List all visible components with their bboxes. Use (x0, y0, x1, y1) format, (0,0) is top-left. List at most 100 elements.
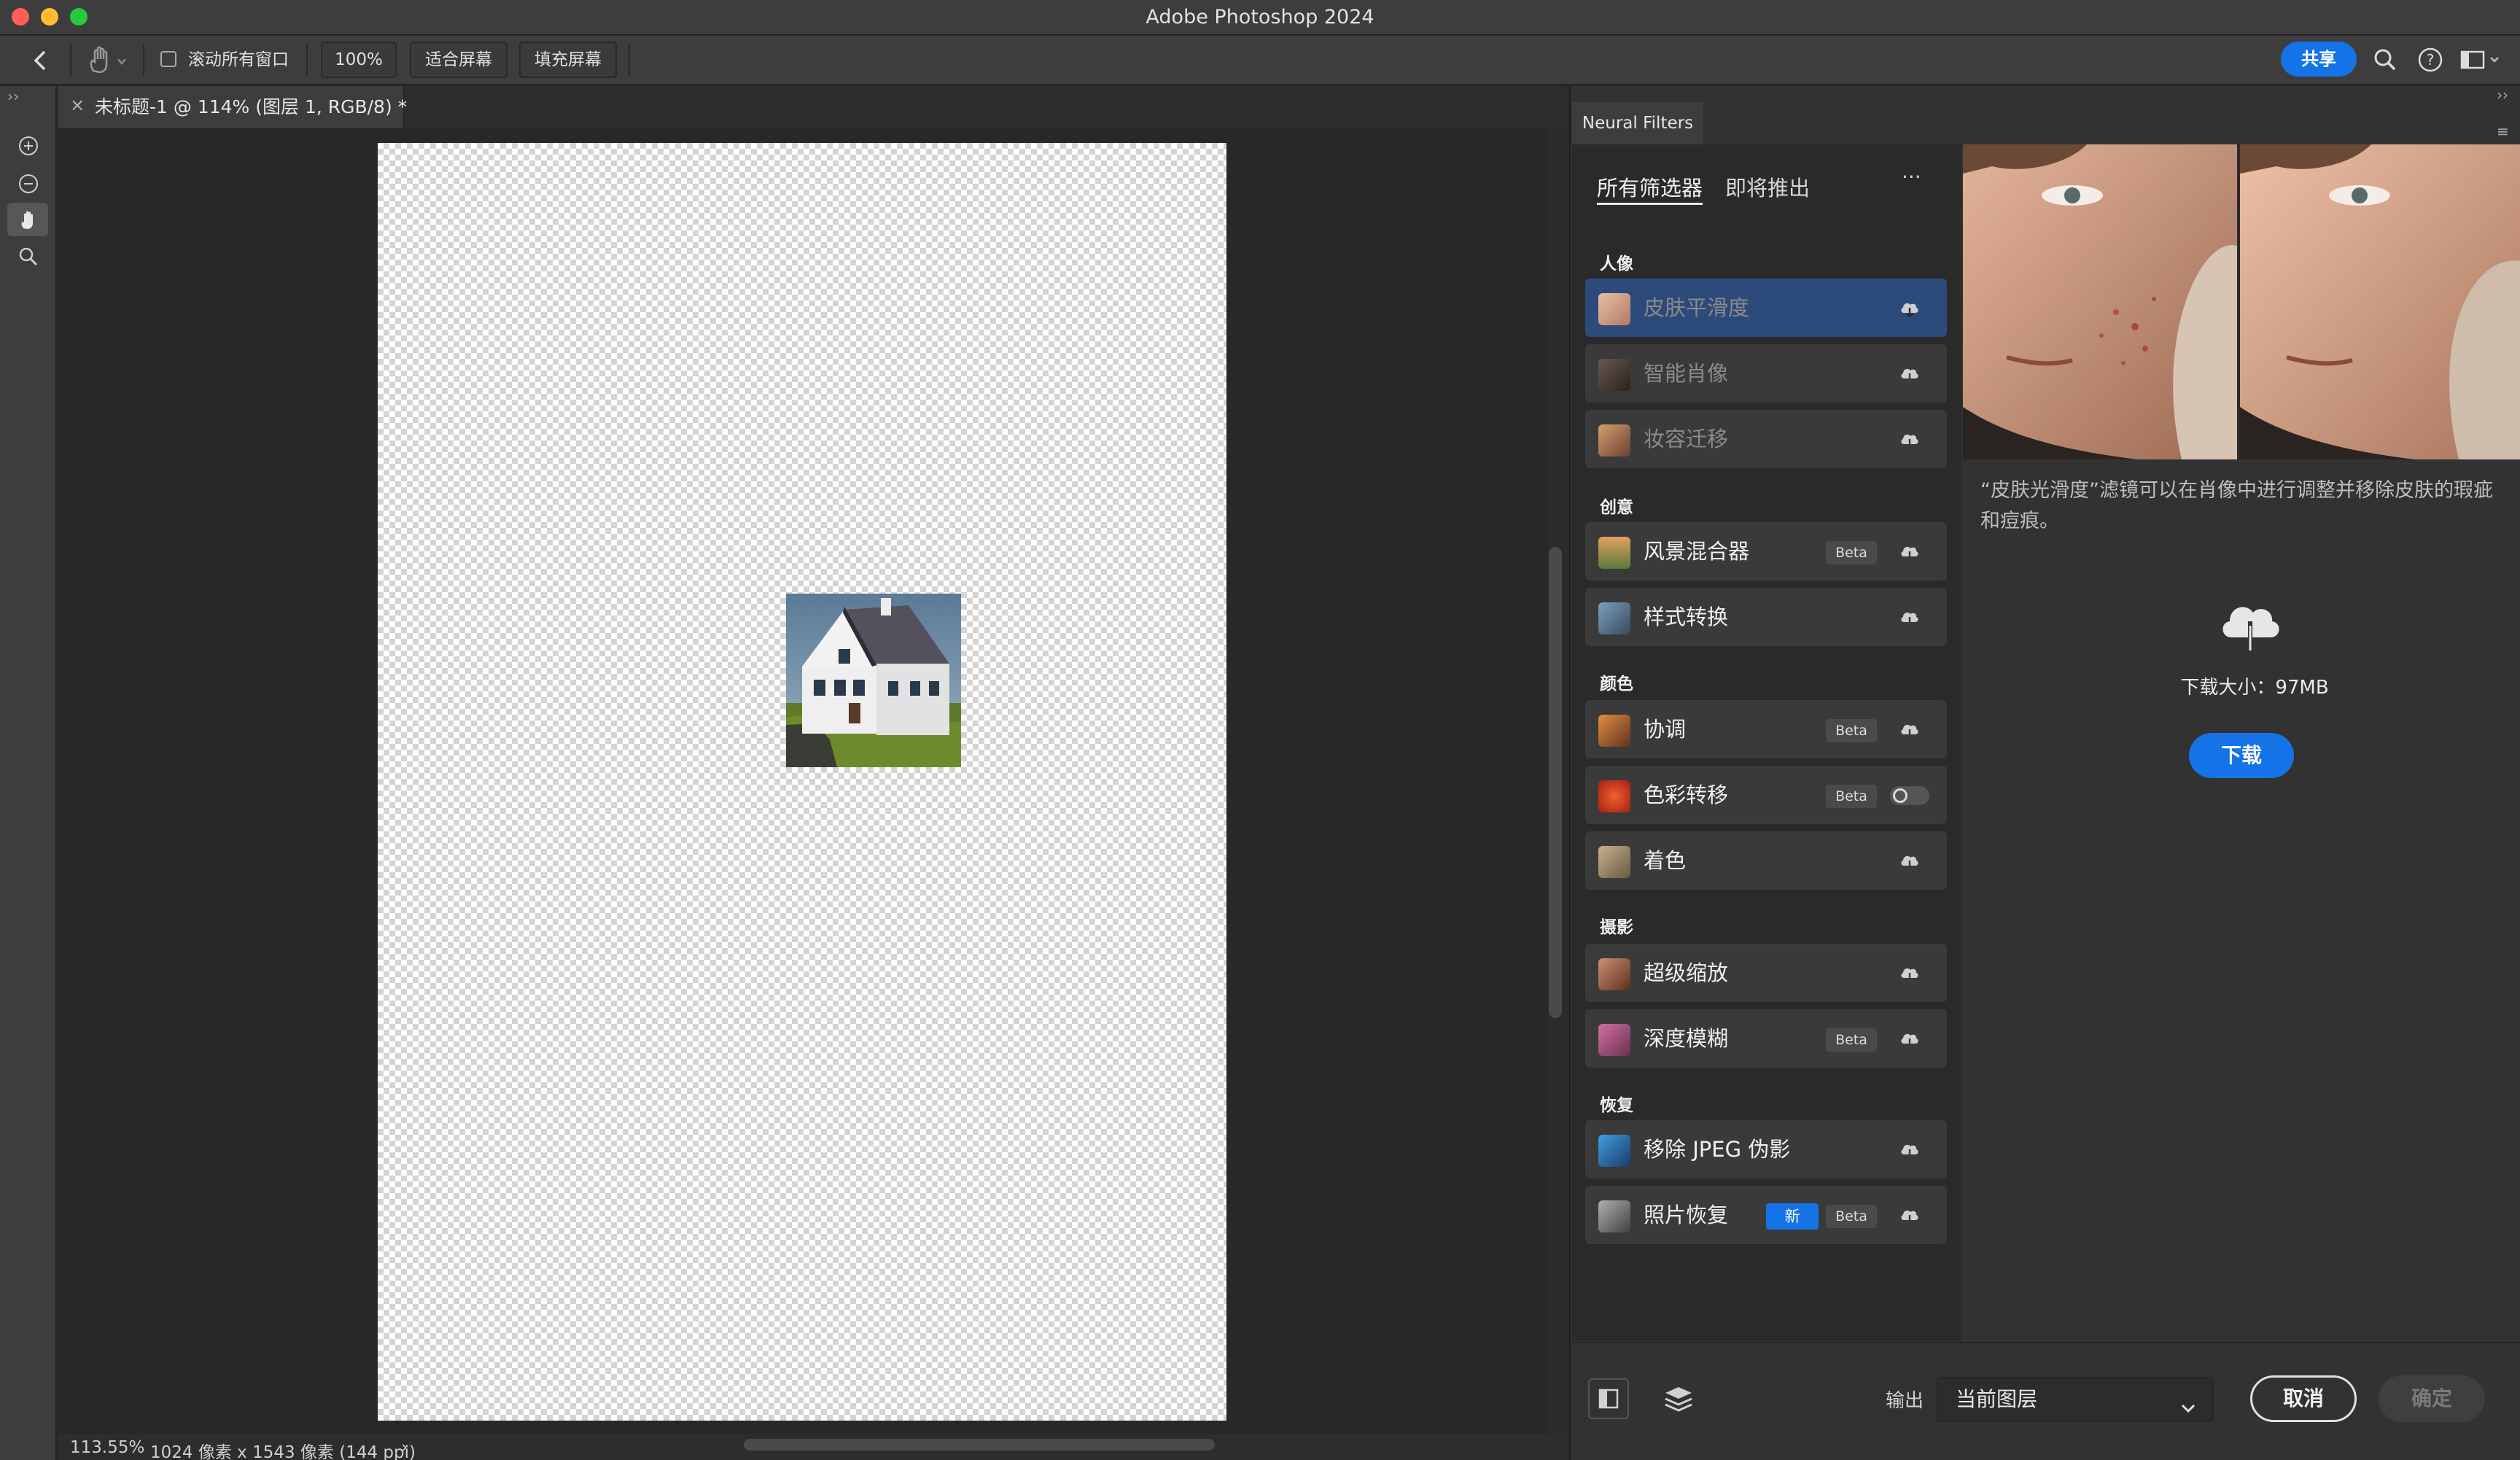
scroll-all-windows-checkbox[interactable] (160, 51, 176, 67)
cloud-download-icon[interactable] (1899, 298, 1921, 322)
filter-thumbnail (1598, 958, 1630, 990)
filter-description: “皮肤光滑度”滤镜可以在肖像中进行调整并移除皮肤的瑕疵和痘痕。 (1980, 479, 2493, 532)
filter-name: 色彩转移 (1644, 783, 1729, 807)
filter-thumbnail (1598, 780, 1630, 812)
filter-name: 妆容迁移 (1644, 427, 1729, 451)
options-bar: 滚动所有窗口 100% 适合屏幕 填充屏幕 共享 ? (0, 36, 2520, 85)
cloud-download-icon[interactable] (1899, 429, 1921, 454)
fit-screen-button[interactable]: 适合屏幕 (410, 42, 508, 78)
cloud-download-icon[interactable] (1899, 963, 1921, 987)
beta-badge: Beta (1826, 785, 1877, 808)
output-label: 输出 (1886, 1390, 1924, 1412)
help-icon[interactable]: ? (2416, 46, 2444, 77)
filter-thumbnail (1598, 1135, 1630, 1167)
filter-thumbnail (1598, 1024, 1630, 1056)
document-canvas[interactable] (378, 143, 1226, 1421)
document-tab-title: 未标题-1 @ 114% (图层 1, RGB/8) * (95, 96, 408, 117)
beta-badge: Beta (1826, 1205, 1877, 1228)
filter-name: 着色 (1644, 848, 1687, 873)
tab-coming-soon[interactable]: 即将推出 (1725, 174, 1810, 203)
magnifier-tool-icon[interactable] (7, 239, 48, 273)
filter-super-zoom[interactable]: 超级缩放 (1585, 944, 1947, 1002)
cloud-download-icon[interactable] (1899, 363, 1921, 388)
filter-name: 移除 JPEG 伪影 (1644, 1137, 1791, 1162)
chevron-down-icon (2179, 1390, 2198, 1432)
share-button[interactable]: 共享 (2281, 42, 2357, 77)
neural-filters-tab[interactable]: Neural Filters (1572, 102, 1703, 144)
filter-skin-smoothing[interactable]: 皮肤平滑度 (1585, 279, 1947, 337)
filter-depth-blur[interactable]: 深度模糊 Beta (1585, 1009, 1947, 1068)
filter-harmonization[interactable]: 协调 Beta (1585, 700, 1947, 758)
filter-name: 超级缩放 (1644, 960, 1729, 985)
output-select-value: 当前图层 (1956, 1387, 2038, 1411)
filter-thumbnail (1598, 1200, 1630, 1232)
filter-remove-jpeg-artifacts[interactable]: 移除 JPEG 伪影 (1585, 1120, 1947, 1179)
house-image-layer[interactable] (786, 594, 961, 767)
filter-photo-restoration[interactable]: 照片恢复 新 Beta (1585, 1186, 1947, 1244)
download-size: 下载大小：97MB (2180, 677, 2329, 699)
hand-tool-preset-icon[interactable] (86, 44, 130, 79)
zoom-level[interactable]: 113.55% (70, 1438, 144, 1457)
filter-thumbnail (1598, 715, 1630, 747)
fill-screen-button[interactable]: 填充屏幕 (519, 42, 617, 78)
download-button[interactable]: 下载 (2189, 733, 2294, 778)
category-photography: 摄影 (1600, 918, 1633, 937)
document-info: 1024 像素 x 1543 像素 (144 ppi) (150, 1443, 416, 1460)
filter-colorize[interactable]: 着色 (1585, 831, 1947, 890)
close-tab-icon[interactable]: × (70, 95, 85, 115)
filter-color-transfer[interactable]: 色彩转移 Beta (1585, 766, 1947, 824)
category-portrait: 人像 (1600, 255, 1633, 273)
cloud-download-icon[interactable] (1899, 1205, 1921, 1230)
category-color: 颜色 (1600, 675, 1633, 694)
filter-thumbnail (1598, 537, 1630, 569)
cloud-download-icon[interactable] (1899, 719, 1921, 744)
new-badge: 新 (1766, 1203, 1819, 1230)
filter-thumbnail (1598, 602, 1630, 634)
zoom-out-icon[interactable] (7, 166, 48, 200)
workspace-icon[interactable] (2459, 46, 2510, 77)
horizontal-scroll-thumb[interactable] (744, 1439, 1215, 1451)
tab-all-filters[interactable]: 所有筛选器 (1597, 174, 1703, 205)
cloud-download-icon[interactable] (1899, 850, 1921, 875)
panel-menu-icon[interactable]: ≡ (2497, 123, 2509, 140)
more-options-icon[interactable]: ··· (1902, 165, 1921, 189)
hand-tool-icon[interactable] (7, 203, 48, 236)
layer-preview-icon[interactable] (1661, 1381, 1696, 1419)
vertical-scroll-thumb[interactable] (1549, 547, 1562, 1018)
cloud-download-icon[interactable] (1899, 607, 1921, 632)
zoom-in-icon[interactable] (7, 128, 48, 162)
filter-name: 照片恢复 (1644, 1203, 1729, 1227)
cloud-download-icon (2215, 589, 2285, 662)
cloud-download-icon[interactable] (1899, 541, 1921, 566)
expand-panel-icon[interactable]: ›› (7, 88, 19, 105)
beta-badge: Beta (1826, 541, 1877, 564)
status-menu-arrow[interactable]: › (401, 1438, 408, 1457)
search-icon[interactable] (2371, 46, 2399, 77)
cloud-download-icon[interactable] (1899, 1028, 1921, 1053)
tools-panel: ›› (0, 86, 57, 1460)
output-select[interactable]: 当前图层 (1937, 1377, 2214, 1422)
preview-toggle-icon[interactable] (1588, 1378, 1629, 1419)
photoshop-window: Adobe Photoshop 2024 滚动所有窗口 100% 适合屏幕 填充… (0, 0, 2520, 1460)
window-title: Adobe Photoshop 2024 (1146, 6, 1374, 28)
filter-style-transfer[interactable]: 样式转换 (1585, 588, 1947, 646)
back-arrow-icon[interactable] (26, 46, 55, 78)
collapse-panel-icon[interactable]: ›› (2497, 86, 2508, 104)
filter-toggle[interactable] (1890, 786, 1929, 805)
filter-thumbnail (1598, 424, 1630, 457)
before-after-preview-image (1963, 144, 2520, 459)
filter-smart-portrait[interactable]: 智能肖像 (1585, 344, 1947, 403)
beta-badge: Beta (1826, 719, 1877, 742)
zoom-100-button[interactable]: 100% (321, 42, 397, 78)
filter-thumbnail (1598, 359, 1630, 391)
cancel-button[interactable]: 取消 (2250, 1375, 2357, 1422)
filter-thumbnail (1598, 846, 1630, 878)
filter-makeup-transfer[interactable]: 妆容迁移 (1585, 410, 1947, 468)
filter-thumbnail (1598, 293, 1630, 325)
ok-button[interactable]: 确定 (2379, 1375, 2485, 1422)
filter-name: 深度模糊 (1644, 1026, 1729, 1051)
document-tab[interactable]: × 未标题-1 @ 114% (图层 1, RGB/8) * (58, 86, 408, 128)
filter-name: 风景混合器 (1644, 539, 1750, 564)
cloud-download-icon[interactable] (1899, 1139, 1921, 1164)
filter-landscape-mixer[interactable]: 风景混合器 Beta (1585, 522, 1947, 580)
